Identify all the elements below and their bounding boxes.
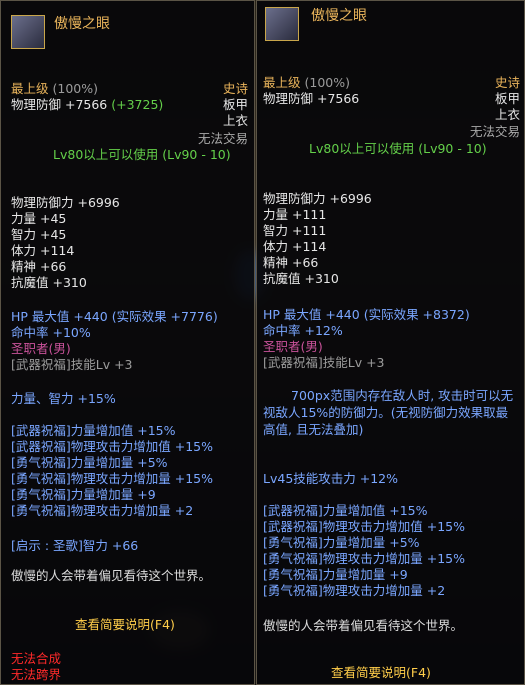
revelation-line: [启示 : 圣歌]智力 +66 <box>11 538 139 553</box>
stat-line: 物理防御力 +6996 <box>11 195 120 210</box>
grade: 最上级 (100%) <box>263 75 350 90</box>
blessing-line: [勇气祝福]力量增加量 +5% <box>263 535 420 550</box>
slot2: 上衣 <box>222 113 248 128</box>
grade-label: 最上级 <box>263 75 301 90</box>
skill-line: [武器祝福]技能Lv +3 <box>263 355 385 370</box>
grade-label: 最上级 <box>11 81 49 96</box>
stat-line: 体力 +114 <box>11 243 75 258</box>
stat-line: 抗魔值 +310 <box>11 275 87 290</box>
warning-no-combine: 无法合成 <box>11 651 62 666</box>
blessing-line: [勇气祝福]力量增加量 +5% <box>11 455 168 470</box>
power-line: 力量、智力 +15% <box>11 391 116 406</box>
slot: 板甲 <box>222 97 248 112</box>
stat-line: 力量 +111 <box>263 207 327 222</box>
item-name: 傲慢之眼 <box>54 16 110 32</box>
hit-line: 命中率 +10% <box>11 325 91 340</box>
blessing-line: [勇气祝福]力量增加量 +9 <box>11 487 156 502</box>
stat-line: 精神 +66 <box>11 259 67 274</box>
blessing-line: [武器祝福]力量增加值 +15% <box>11 423 176 438</box>
level-requirement: Lv80以上可以使用 (Lv90 - 10) <box>53 147 231 162</box>
grade-pct: (100%) <box>52 81 99 96</box>
slot: 板甲 <box>494 91 520 106</box>
trade-status: 无法交易 <box>197 131 248 146</box>
brief-description-button[interactable]: 查看简要说明(F4) <box>75 617 175 632</box>
blessing-line: [武器祝福]物理攻击力增加值 +15% <box>263 519 465 534</box>
warning-no-cross: 无法跨界 <box>11 667 62 682</box>
blessing-line: [勇气祝福]力量增加量 +9 <box>263 567 408 582</box>
item-tooltip-right: 傲慢之眼 最上级 (100%) 史诗 物理防御 +7566 板甲 上衣 无法交易… <box>256 0 525 685</box>
rarity: 史诗 <box>222 81 248 96</box>
phys-def-bonus: (+3725) <box>111 97 164 112</box>
level-requirement: Lv80以上可以使用 (Lv90 - 10) <box>309 141 487 156</box>
job-requirement: 圣职者(男) <box>11 341 71 356</box>
stat-line: 物理防御力 +6996 <box>263 191 372 206</box>
item-tooltip-left: 傲慢之眼 最上级 (100%) 史诗 物理防御 +7566 (+3725) 板甲… <box>0 0 255 685</box>
stat-line: 智力 +111 <box>263 223 327 238</box>
hp-line: HP 最大值 +440 (实际效果 +7776) <box>11 309 218 324</box>
flavor-text: 傲慢的人会带着偏见看待这个世界。 <box>263 618 464 633</box>
stat-line: 精神 +66 <box>263 255 319 270</box>
hp-line: HP 最大值 +440 (实际效果 +8372) <box>263 307 470 322</box>
helmet-icon <box>265 7 299 41</box>
skill-attack-line: Lv45技能攻击力 +12% <box>263 471 398 486</box>
grade: 最上级 (100%) <box>11 81 98 96</box>
phys-def-value: 物理防御 +7566 <box>11 97 108 112</box>
stat-line: 抗魔值 +310 <box>263 271 339 286</box>
stat-line: 智力 +45 <box>11 227 67 242</box>
special-effect-description: 700px范围内存在敌人时, 攻击时可以无视敌人15%的防御力。(无视防御力效果… <box>263 388 514 437</box>
blessing-line: [勇气祝福]物理攻击力增加量 +2 <box>11 503 194 518</box>
blessing-line: [勇气祝福]物理攻击力增加量 +2 <box>263 583 446 598</box>
rarity: 史诗 <box>494 75 520 90</box>
item-name: 傲慢之眼 <box>311 8 367 24</box>
job-requirement: 圣职者(男) <box>263 339 323 354</box>
hit-line: 命中率 +12% <box>263 323 343 338</box>
blessing-line: [勇气祝福]物理攻击力增加量 +15% <box>11 471 213 486</box>
blessing-line: [勇气祝福]物理攻击力增加量 +15% <box>263 551 465 566</box>
blessing-line: [武器祝福]力量增加值 +15% <box>263 503 428 518</box>
helmet-icon <box>11 15 45 49</box>
stat-line: 体力 +114 <box>263 239 327 254</box>
skill-line: [武器祝福]技能Lv +3 <box>11 357 133 372</box>
grade-pct: (100%) <box>304 75 351 90</box>
stat-line: 力量 +45 <box>11 211 67 226</box>
phys-def: 物理防御 +7566 (+3725) <box>11 97 163 112</box>
phys-def: 物理防御 +7566 <box>263 91 360 106</box>
trade-status: 无法交易 <box>469 124 520 139</box>
blessing-line: [武器祝福]物理攻击力增加值 +15% <box>11 439 213 454</box>
brief-description-button[interactable]: 查看简要说明(F4) <box>331 665 431 680</box>
flavor-text: 傲慢的人会带着偏见看待这个世界。 <box>11 568 212 583</box>
slot2: 上衣 <box>494 107 520 122</box>
